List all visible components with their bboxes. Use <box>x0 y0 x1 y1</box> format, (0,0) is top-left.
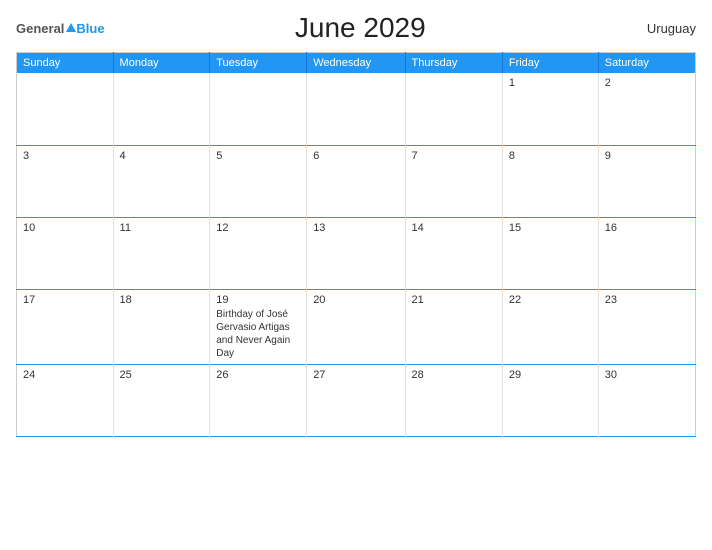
day-number: 22 <box>509 294 592 306</box>
calendar-cell: 17 <box>17 289 114 364</box>
day-number: 19 <box>216 294 300 306</box>
logo: General Blue <box>16 19 105 37</box>
calendar-cell <box>113 73 210 145</box>
day-of-week-header: Tuesday <box>210 53 307 74</box>
day-number: 14 <box>412 222 496 234</box>
day-number: 24 <box>23 369 107 381</box>
calendar-week-row: 12 <box>17 73 696 145</box>
day-of-week-header: Friday <box>502 53 598 74</box>
calendar-cell: 1 <box>502 73 598 145</box>
header: General Blue June 2029 Uruguay <box>16 12 696 44</box>
day-number: 5 <box>216 150 300 162</box>
day-number: 17 <box>23 294 107 306</box>
day-number: 1 <box>509 77 592 89</box>
day-number: 29 <box>509 369 592 381</box>
calendar-cell: 29 <box>502 364 598 436</box>
day-of-week-header: Wednesday <box>307 53 405 74</box>
day-number: 18 <box>120 294 204 306</box>
calendar-cell: 11 <box>113 217 210 289</box>
calendar-cell: 20 <box>307 289 405 364</box>
calendar-cell: 2 <box>598 73 695 145</box>
day-number: 20 <box>313 294 398 306</box>
page: General Blue June 2029 Uruguay SundayMon… <box>0 0 712 550</box>
day-number: 7 <box>412 150 496 162</box>
calendar-cell <box>210 73 307 145</box>
day-number: 10 <box>23 222 107 234</box>
day-number: 25 <box>120 369 204 381</box>
calendar-cell: 10 <box>17 217 114 289</box>
logo-general-text: General <box>16 21 64 36</box>
calendar-cell: 6 <box>307 145 405 217</box>
day-number: 9 <box>605 150 689 162</box>
calendar-cell: 7 <box>405 145 502 217</box>
calendar-title: June 2029 <box>105 12 616 44</box>
calendar-cell: 4 <box>113 145 210 217</box>
day-number: 21 <box>412 294 496 306</box>
calendar-cell <box>307 73 405 145</box>
calendar-body: 12345678910111213141516171819Birthday of… <box>17 73 696 436</box>
calendar-cell: 16 <box>598 217 695 289</box>
calendar-cell: 28 <box>405 364 502 436</box>
calendar-week-row: 10 11 12 13 14 15 16 <box>17 217 696 289</box>
calendar-cell: 3 <box>17 145 114 217</box>
event-label: Birthday of José Gervasio Artigas and Ne… <box>216 308 300 360</box>
calendar-cell: 5 <box>210 145 307 217</box>
calendar-cell: 13 <box>307 217 405 289</box>
country-label: Uruguay <box>616 21 696 36</box>
day-number: 4 <box>120 150 204 162</box>
calendar-week-row: 3 45 6 7 8 9 <box>17 145 696 217</box>
day-number: 3 <box>23 150 107 162</box>
calendar-cell: 8 <box>502 145 598 217</box>
day-number: 11 <box>120 222 204 234</box>
calendar-cell: 12 <box>210 217 307 289</box>
calendar-cell: 15 <box>502 217 598 289</box>
calendar-cell: 30 <box>598 364 695 436</box>
calendar-cell <box>17 73 114 145</box>
calendar-week-row: 24 25 26 27 28 29 30 <box>17 364 696 436</box>
day-number: 30 <box>605 369 689 381</box>
day-of-week-header: Thursday <box>405 53 502 74</box>
day-number: 2 <box>605 77 689 89</box>
logo-triangle-icon <box>66 23 76 32</box>
day-of-week-header: Sunday <box>17 53 114 74</box>
calendar-cell: 27 <box>307 364 405 436</box>
calendar-week-row: 17 18 19 Birthday of José Gervasio Artigas … <box>17 289 696 364</box>
calendar-cell: 18 <box>113 289 210 364</box>
calendar-cell: 24 <box>17 364 114 436</box>
day-number: 6 <box>313 150 398 162</box>
calendar-cell: 21 <box>405 289 502 364</box>
day-number: 27 <box>313 369 398 381</box>
calendar-cell: 19 Birthday of José Gervasio Artigas and … <box>210 289 307 364</box>
logo-blue-text: Blue <box>76 21 104 36</box>
calendar-cell: 14 <box>405 217 502 289</box>
day-number: 15 <box>509 222 592 234</box>
day-number: 13 <box>313 222 398 234</box>
calendar-cell: 26 <box>210 364 307 436</box>
calendar-cell: 9 <box>598 145 695 217</box>
day-of-week-header: Saturday <box>598 53 695 74</box>
day-number: 12 <box>216 222 300 234</box>
calendar-header-row: SundayMondayTuesdayWednesdayThursdayFrid… <box>17 53 696 74</box>
day-number: 28 <box>412 369 496 381</box>
day-number: 8 <box>509 150 592 162</box>
day-of-week-header: Monday <box>113 53 210 74</box>
calendar-cell: 23 <box>598 289 695 364</box>
day-number: 16 <box>605 222 689 234</box>
calendar-table: SundayMondayTuesdayWednesdayThursdayFrid… <box>16 52 696 437</box>
day-number: 23 <box>605 294 689 306</box>
calendar-cell: 25 <box>113 364 210 436</box>
calendar-cell <box>405 73 502 145</box>
calendar-cell: 22 <box>502 289 598 364</box>
day-number: 26 <box>216 369 300 381</box>
